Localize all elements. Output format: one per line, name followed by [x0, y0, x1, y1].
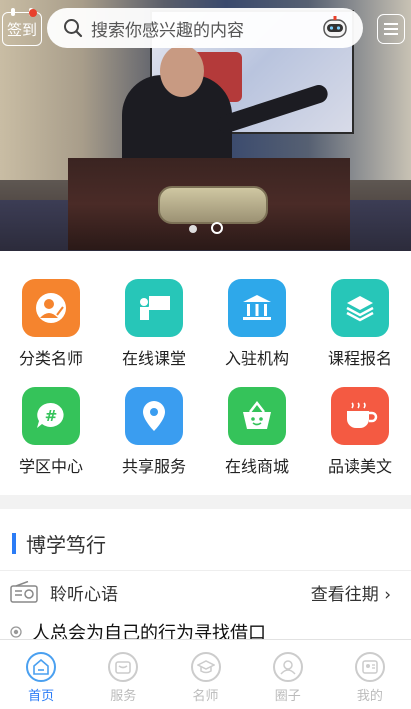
carousel-indicators — [0, 222, 411, 236]
tab-label: 圈子 — [274, 689, 301, 704]
search-icon — [64, 19, 83, 38]
category-teachers[interactable]: 分类名师 — [0, 279, 102, 389]
category-label: 在线课堂 — [121, 349, 186, 368]
section-header: 博学笃行 — [12, 529, 106, 558]
bottom-tab-bar: 首页 服务 名师 圈子 我的 — [0, 639, 411, 709]
tab-label: 名师 — [192, 689, 219, 704]
search-placeholder: 搜索你感兴趣的内容 — [91, 20, 244, 41]
category-label: 入驻机构 — [224, 349, 289, 368]
institution-icon — [228, 279, 286, 337]
home-icon — [26, 652, 57, 682]
profile-card-icon — [354, 652, 385, 682]
category-label: 分类名师 — [18, 349, 83, 368]
banner-plaque — [158, 186, 268, 224]
category-online-mall[interactable]: 在线商城 — [206, 387, 308, 497]
svg-text:#: # — [45, 407, 58, 425]
view-past-link[interactable]: 查看往期 › — [311, 580, 391, 605]
radio-icon — [10, 581, 38, 603]
banner-speaker-head — [160, 45, 204, 97]
listen-label: 聆听心语 — [50, 584, 118, 605]
divider — [0, 570, 411, 571]
category-label: 课程报名 — [327, 349, 392, 368]
tab-profile[interactable]: 我的 — [329, 640, 411, 709]
category-label: 共享服务 — [121, 457, 186, 476]
carousel-dot-1[interactable] — [188, 225, 197, 233]
section-title: 博学笃行 — [26, 533, 106, 557]
teacher-icon — [22, 279, 80, 337]
community-icon — [272, 652, 303, 682]
tab-label: 我的 — [356, 689, 383, 704]
robot-icon[interactable] — [321, 15, 349, 41]
notification-dot — [29, 9, 37, 17]
tab-home[interactable]: 首页 — [0, 640, 82, 709]
tab-service[interactable]: 服务 — [82, 640, 164, 709]
category-label: 品读美文 — [327, 457, 392, 476]
search-bar[interactable]: 搜索你感兴趣的内容 — [47, 8, 363, 48]
calendar-icon — [11, 8, 15, 16]
category-grid: 分类名师 在线课堂 入驻机构 课程报名 # 学区中心 共享服务 在线商城 品读美… — [0, 251, 411, 495]
menu-icon[interactable] — [377, 14, 405, 44]
coffee-cup-icon — [331, 387, 389, 445]
listen-row[interactable]: 聆听心语 查看往期 › — [10, 577, 395, 607]
tab-label: 服务 — [110, 689, 137, 704]
tab-community[interactable]: 圈子 — [247, 640, 329, 709]
checkin-label: 签到 — [6, 20, 37, 39]
category-label: 在线商城 — [224, 457, 289, 476]
daily-section: 博学笃行 聆听心语 查看往期 › 人总会为自己的行为寻找借口 — [0, 509, 411, 644]
basket-icon — [228, 387, 286, 445]
location-pin-icon — [125, 387, 183, 445]
tab-label: 首页 — [28, 689, 55, 704]
layers-icon — [331, 279, 389, 337]
carousel-dot-2[interactable] — [210, 222, 223, 234]
hashtag-chat-icon: # — [22, 387, 80, 445]
category-course-signup[interactable]: 课程报名 — [309, 279, 411, 389]
service-icon — [108, 652, 139, 682]
tab-teachers[interactable]: 名师 — [164, 640, 246, 709]
bullet-icon — [10, 626, 22, 638]
category-reading[interactable]: 品读美文 — [309, 387, 411, 497]
category-online-class[interactable]: 在线课堂 — [103, 279, 205, 389]
category-institutions[interactable]: 入驻机构 — [206, 279, 308, 389]
section-accent-bar — [12, 533, 16, 554]
category-district-center[interactable]: # 学区中心 — [0, 387, 102, 497]
checkin-button[interactable]: 签到 — [2, 8, 42, 46]
classroom-icon — [125, 279, 183, 337]
graduation-cap-icon — [190, 652, 221, 682]
category-label: 学区中心 — [18, 457, 83, 476]
category-shared-services[interactable]: 共享服务 — [103, 387, 205, 497]
